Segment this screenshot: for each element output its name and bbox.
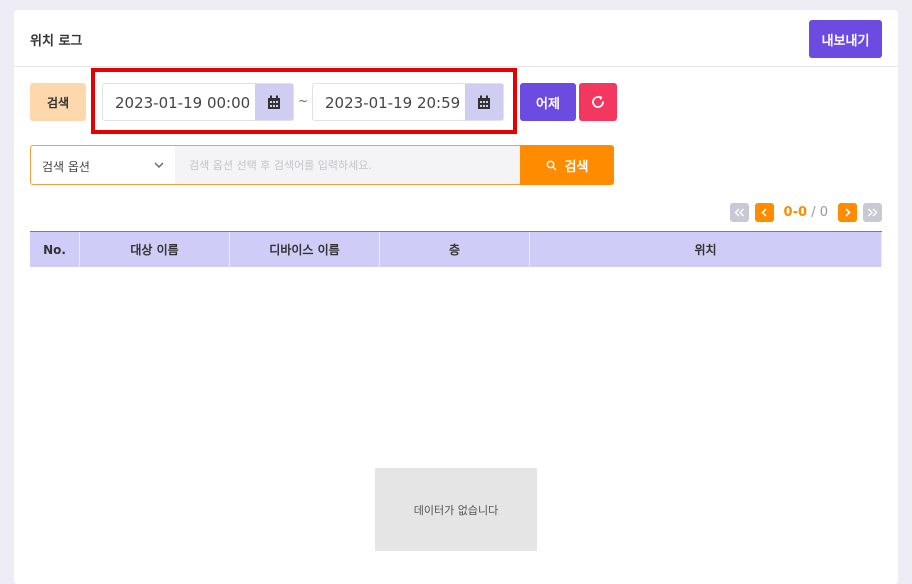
search-input[interactable] — [175, 146, 521, 184]
page-total: 0 — [819, 204, 828, 220]
column-header-location[interactable]: 위치 — [530, 232, 882, 267]
prev-page-icon — [760, 207, 767, 217]
last-page-button[interactable] — [863, 202, 882, 222]
export-button[interactable]: 내보내기 — [809, 20, 882, 58]
column-header-device-name[interactable]: 디바이스 이름 — [230, 232, 380, 267]
reset-button[interactable] — [579, 83, 617, 121]
chevron-down-icon — [154, 162, 164, 168]
search-icon — [546, 160, 557, 170]
page-separator: / — [811, 204, 816, 220]
page-indicator: 0-0 / 0 — [784, 205, 828, 220]
table-header: No. 대상 이름 디바이스 이름 층 위치 — [30, 231, 882, 267]
page-range: 0-0 — [783, 204, 808, 220]
date-range-highlight — [91, 68, 517, 134]
empty-state: 데이터가 없습니다 — [375, 468, 537, 551]
card-header: 위치 로그 내보내기 — [14, 10, 898, 67]
page-title: 위치 로그 — [30, 34, 83, 49]
prev-page-button[interactable] — [754, 202, 774, 222]
search-tag: 검색 — [30, 83, 86, 121]
search-option-value: 검색 옵션 — [42, 160, 90, 174]
first-page-button[interactable] — [729, 202, 749, 222]
pagination: 0-0 / 0 — [729, 202, 882, 222]
next-page-icon — [845, 207, 851, 217]
next-page-button[interactable] — [838, 202, 857, 222]
last-page-icon — [868, 208, 878, 216]
column-header-floor[interactable]: 층 — [380, 232, 530, 267]
first-page-icon — [734, 208, 744, 216]
column-header-no[interactable]: No. — [30, 232, 80, 267]
refresh-icon — [592, 95, 604, 108]
search-button-label: 검색 — [564, 159, 589, 175]
search-input-wrapper — [175, 145, 521, 185]
column-header-target-name[interactable]: 대상 이름 — [80, 232, 230, 267]
yesterday-button[interactable]: 어제 — [520, 83, 576, 121]
location-log-card: 위치 로그 내보내기 검색 2023-01-19 00:00 ~ 2023-01… — [14, 10, 898, 584]
search-option-select[interactable]: 검색 옵션 — [30, 145, 175, 185]
search-button[interactable]: 검색 — [520, 145, 614, 185]
